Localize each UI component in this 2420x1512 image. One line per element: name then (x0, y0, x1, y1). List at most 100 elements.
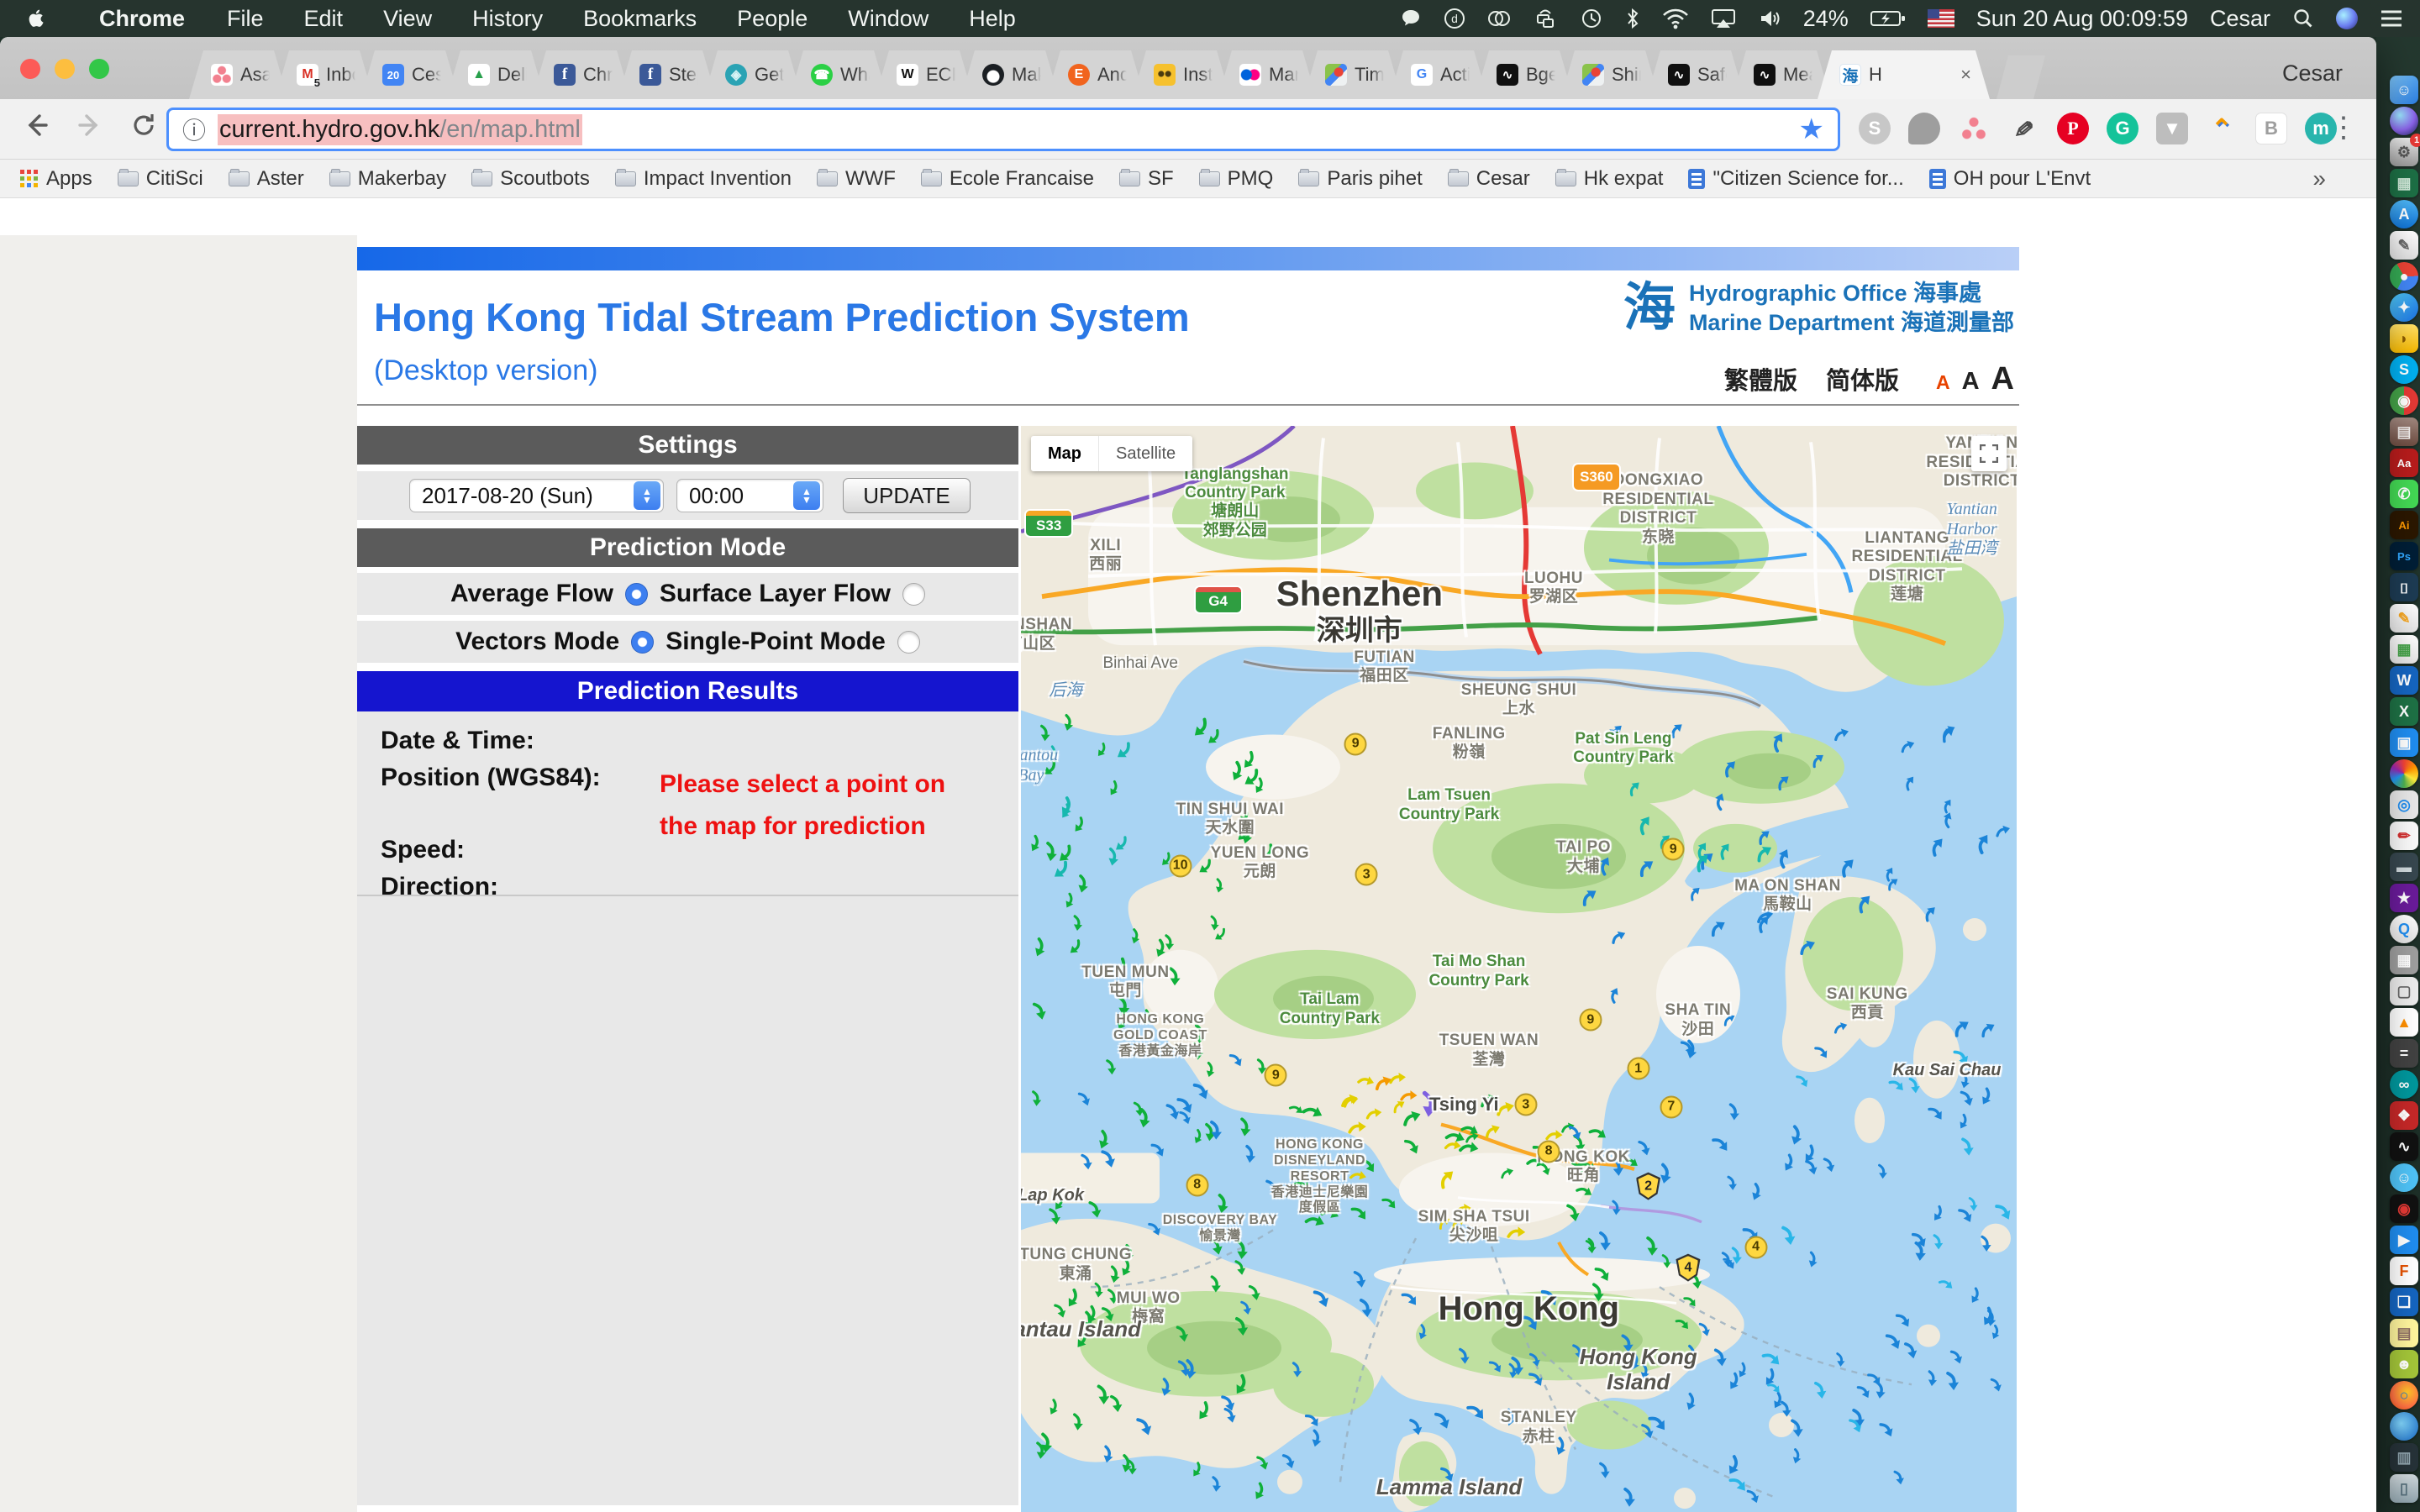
dock-messages[interactable]: ✆ (2390, 480, 2418, 508)
bookmark-folder-impact-invention[interactable]: Impact Invention (614, 167, 792, 191)
back-button[interactable] (22, 111, 50, 144)
tab-wha[interactable]: Wha (789, 50, 888, 99)
tab-shin[interactable]: Shin (1560, 50, 1660, 99)
single-point-mode-radio[interactable] (897, 630, 920, 654)
menu-item-view[interactable]: View (363, 6, 452, 32)
menu-item-bookmarks[interactable]: Bookmarks (563, 6, 717, 32)
dock-blue-drop[interactable]: ☺ (2390, 1163, 2418, 1192)
menu-item-file[interactable]: File (207, 6, 284, 32)
new-tab-button[interactable] (1996, 55, 2045, 99)
dock-adobe-typekit[interactable]: Aa (2390, 449, 2418, 477)
map-button[interactable]: Map (1031, 436, 1098, 471)
asana-extension-icon[interactable] (1958, 113, 1990, 144)
bookmark-folder-scoutbots[interactable]: Scoutbots (471, 167, 590, 191)
loom-extension-icon[interactable] (2255, 113, 2287, 144)
bookmark-folder-aster[interactable]: Aster (228, 167, 304, 191)
dock-illustrator[interactable]: Ai (2390, 511, 2418, 539)
dock-numbers[interactable]: ▦ (2390, 635, 2418, 664)
displays-icon[interactable] (1533, 7, 1558, 30)
menu-app-name[interactable]: Chrome (77, 6, 207, 32)
dock-hardware-chip[interactable]: ▦ (2390, 169, 2418, 197)
dock-photoshop[interactable]: Ps (2390, 542, 2418, 570)
station-marker-3[interactable]: 3 (1514, 1093, 1538, 1116)
address-bar[interactable]: ⓘ current.hydro.gov.hk/en/map.html ★ (166, 108, 1840, 151)
dock-eye-app[interactable]: ◉ (2390, 1194, 2418, 1223)
dock-skype[interactable]: S (2390, 355, 2418, 384)
chat-extension-icon[interactable] (1908, 113, 1940, 144)
bookmarks-overflow-chevron[interactable]: » (2312, 165, 2326, 192)
battery-icon[interactable] (1870, 9, 1906, 28)
lang-simplified-link[interactable]: 简体版 (1826, 361, 1899, 396)
skype-extension-icon[interactable] (1859, 113, 1891, 144)
bookmark-star-icon[interactable]: ★ (1799, 113, 1824, 146)
tab-step[interactable]: Step (618, 50, 717, 99)
tab-h[interactable]: H× (1818, 50, 1990, 99)
bookmark-folder-hk-expat[interactable]: Hk expat (1555, 167, 1663, 191)
tab-instr[interactable]: Instr (1132, 50, 1231, 99)
dashlane-icon[interactable]: d (1444, 8, 1465, 29)
station-marker-10[interactable]: 10 (1169, 854, 1192, 878)
spotlight-icon[interactable] (2292, 8, 2314, 29)
tab-asa[interactable]: Asa (189, 50, 288, 99)
dock-window-app[interactable]: ▢ (2390, 977, 2418, 1005)
dock-google-earth[interactable] (2390, 1412, 2418, 1441)
dock-fusion-360[interactable]: F (2390, 1257, 2418, 1285)
dock-word[interactable]: W (2390, 666, 2418, 695)
dock-firefox[interactable]: ○ (2390, 1381, 2418, 1410)
airplay-icon[interactable] (1711, 8, 1736, 29)
dock-excel[interactable]: X (2390, 697, 2418, 726)
dock-android[interactable]: ☻ (2390, 1350, 2418, 1378)
average-flow-radio[interactable] (624, 582, 648, 606)
time-select[interactable]: 00:00 ▲ ▼ (676, 479, 823, 512)
time-machine-icon[interactable] (1580, 7, 1603, 30)
page-info-icon[interactable]: ⓘ (182, 113, 206, 146)
tab-ecf[interactable]: ECF (875, 50, 974, 99)
date-stepper-icon[interactable]: ▲ ▼ (634, 481, 660, 510)
dock-facetime[interactable]: ▶ (2390, 1226, 2418, 1254)
siri-icon[interactable] (2336, 8, 2358, 29)
station-marker-9[interactable]: 9 (1264, 1063, 1287, 1087)
bookmark-apps[interactable]: Apps (20, 167, 92, 191)
dock-app-store[interactable]: A (2390, 200, 2418, 228)
dock-arduino[interactable]: ∞ (2390, 1070, 2418, 1099)
station-marker-8[interactable]: 8 (1537, 1140, 1560, 1163)
tab-inbo[interactable]: 5 Inbo (275, 50, 374, 99)
zoom-window-button[interactable] (89, 59, 109, 79)
station-marker-9[interactable]: 9 (1661, 837, 1685, 861)
dock-imovie[interactable]: ★ (2390, 884, 2418, 912)
bookmark-folder-pmq[interactable]: PMQ (1198, 167, 1273, 191)
bookmark-folder-wwf[interactable]: WWF (816, 167, 896, 191)
picker-extension-icon[interactable] (2007, 113, 2039, 144)
dock-photos-red-green[interactable]: ◉ (2390, 386, 2418, 415)
dock-cyberduck[interactable]: ◗ (2390, 324, 2418, 353)
menu-user-name[interactable]: Cesar (2210, 6, 2270, 32)
dock-finder[interactable]: ☺ (2390, 76, 2418, 104)
dock-textedit[interactable]: ✎ (2390, 231, 2418, 260)
dock-clapper[interactable]: ▬ (2390, 853, 2418, 881)
dock-photo-stack[interactable]: ❖ (2390, 1101, 2418, 1130)
dock-keynote[interactable]: ▣ (2390, 728, 2418, 757)
dock-keynote-edit[interactable]: ✎ (2390, 604, 2418, 633)
dock-blue-box[interactable]: ❏ (2390, 1288, 2418, 1316)
chrome-menu-icon[interactable]: ⋮ (2329, 111, 2358, 144)
fullscreen-button[interactable] (1971, 436, 2007, 471)
tab-safe[interactable]: Safe (1646, 50, 1745, 99)
update-button[interactable]: UPDATE (843, 478, 971, 513)
station-marker-8[interactable]: 8 (1186, 1173, 1209, 1197)
menu-item-edit[interactable]: Edit (284, 6, 364, 32)
font-size-large-button[interactable]: A (1991, 361, 2014, 397)
font-size-medium-button[interactable]: A (1962, 368, 1980, 396)
bluetooth-icon[interactable] (1625, 7, 1640, 30)
tab-bge[interactable]: Bge (1475, 50, 1574, 99)
dock-vlc[interactable]: ▲ (2390, 1008, 2418, 1037)
font-size-small-button[interactable]: A (1936, 371, 1950, 394)
dock-stickies[interactable]: ▤ (2390, 1319, 2418, 1347)
tab-deli[interactable]: Deli (446, 50, 545, 99)
dock-brackets[interactable]: [] (2390, 573, 2418, 601)
dock-hydro-app[interactable]: ∿ (2390, 1132, 2418, 1161)
tab-acti[interactable]: Acti (1389, 50, 1488, 99)
us-flag-icon[interactable] (1927, 9, 1954, 28)
menu-datetime[interactable]: Sun 20 Aug 00:09:59 (1976, 6, 2188, 32)
tab-close-icon[interactable]: × (1960, 64, 1971, 86)
satellite-button[interactable]: Satellite (1098, 436, 1193, 471)
